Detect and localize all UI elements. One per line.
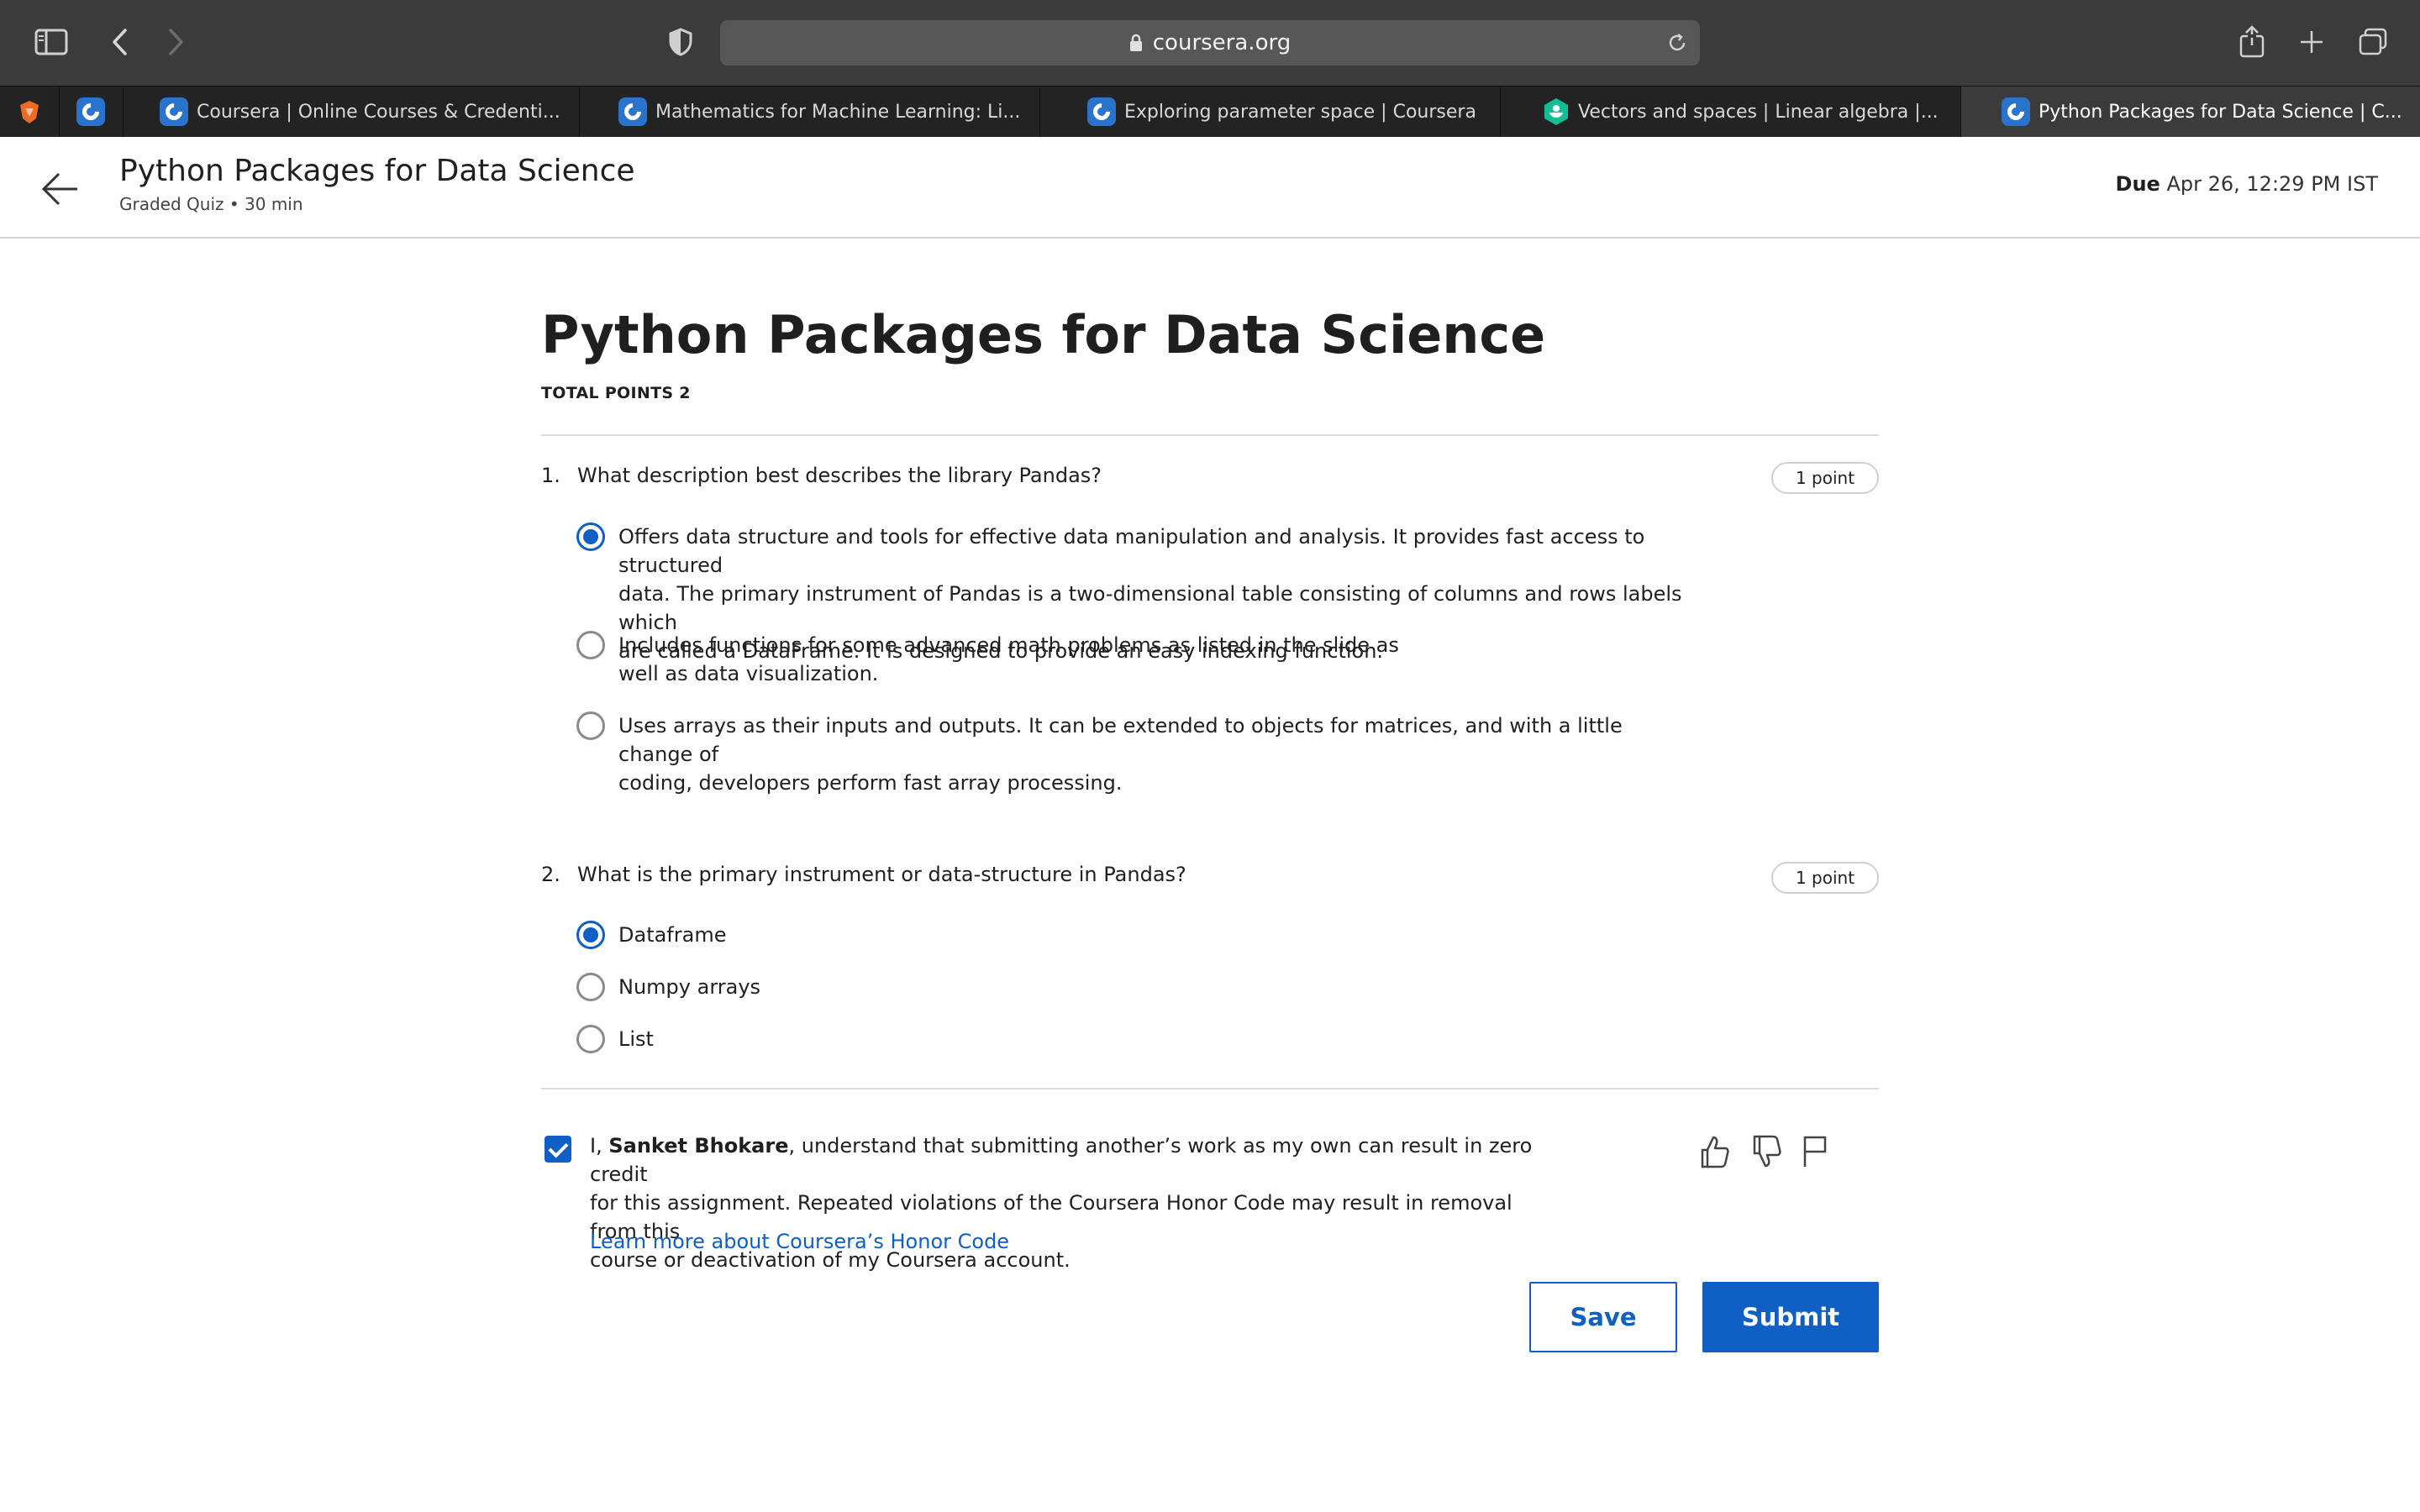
q1-option-1[interactable]: Offers data structure and tools for effe… xyxy=(576,522,1694,663)
option-line: coding, developers perform fast array pr… xyxy=(618,771,1123,795)
share-icon[interactable] xyxy=(2235,24,2269,60)
coursera-favicon-icon xyxy=(2002,97,2030,126)
lock-icon xyxy=(1129,34,1142,51)
option-line: Includes functions for some advanced mat… xyxy=(618,633,1399,657)
sidebar-toggle-icon[interactable] xyxy=(34,25,69,59)
header-subtitle: Graded Quiz • 30 min xyxy=(119,194,303,214)
tab-bar: Coursera | Online Courses & Credenti... … xyxy=(0,86,2420,138)
browser-toolbar: coursera.org xyxy=(0,0,2420,86)
tab-label: Coursera | Online Courses & Credenti... xyxy=(197,101,560,123)
tab-overview-icon[interactable] xyxy=(2356,25,2390,59)
coursera-favicon-icon xyxy=(160,97,188,126)
tab-math-ml[interactable]: Mathematics for Machine Learning: Li... xyxy=(580,87,1040,137)
flag-icon[interactable] xyxy=(1800,1133,1833,1170)
option-text: Dataframe xyxy=(618,923,727,947)
save-button[interactable]: Save xyxy=(1529,1282,1677,1352)
q2-option-2[interactable]: Numpy arrays xyxy=(576,973,1694,1003)
question-text: What description best describes the libr… xyxy=(577,464,1102,487)
q2-option-3[interactable]: List xyxy=(576,1025,1694,1055)
tab-vectors-spaces[interactable]: Vectors and spaces | Linear algebra |... xyxy=(1501,87,1961,137)
thumbs-up-icon[interactable] xyxy=(1697,1133,1731,1170)
option-text: Uses arrays as their inputs and outputs.… xyxy=(618,711,1694,797)
option-text: Numpy arrays xyxy=(618,975,761,999)
due-value: Apr 26, 12:29 PM IST xyxy=(2166,172,2378,196)
honor-prefix: I, xyxy=(590,1134,609,1158)
option-line: well as data visualization. xyxy=(618,662,879,685)
divider xyxy=(541,1088,1879,1089)
header-title: Python Packages for Data Science xyxy=(119,154,635,188)
divider xyxy=(541,434,1879,436)
quiz-header: Python Packages for Data Science Graded … xyxy=(0,137,2420,239)
radio-unselected[interactable] xyxy=(576,1025,605,1053)
submit-button[interactable]: Submit xyxy=(1702,1282,1879,1352)
reload-icon[interactable] xyxy=(1664,29,1691,57)
brave-favicon-icon xyxy=(20,101,39,123)
coursera-favicon-icon xyxy=(1087,97,1116,126)
option-text: List xyxy=(618,1027,654,1051)
question-number: 2. xyxy=(541,863,560,886)
privacy-shield-icon[interactable] xyxy=(667,25,694,59)
q2-option-1[interactable]: Dataframe xyxy=(576,921,1694,951)
honor-line: I, Sanket Bhokare, understand that submi… xyxy=(590,1131,1548,1189)
pinned-tab-coursera[interactable] xyxy=(59,87,124,137)
radio-unselected[interactable] xyxy=(576,973,605,1001)
radio-selected[interactable] xyxy=(576,522,605,551)
honor-code-checkbox[interactable] xyxy=(544,1136,571,1163)
question-text: What is the primary instrument or data-s… xyxy=(577,863,1186,886)
q1-option-2[interactable]: Includes functions for some advanced mat… xyxy=(576,631,1694,690)
tab-python-packages[interactable]: Python Packages for Data Science | C... xyxy=(1961,87,2420,137)
question-number: 1. xyxy=(541,464,560,487)
back-nav-icon[interactable] xyxy=(104,25,134,59)
tab-label: Python Packages for Data Science | C... xyxy=(2039,101,2402,123)
thumbs-down-icon[interactable] xyxy=(1749,1133,1783,1170)
radio-selected[interactable] xyxy=(576,921,605,949)
option-line: data. The primary instrument of Pandas i… xyxy=(618,582,1682,634)
tab-label: Mathematics for Machine Learning: Li... xyxy=(655,101,1021,123)
q1-option-3[interactable]: Uses arrays as their inputs and outputs.… xyxy=(576,711,1694,795)
points-badge: 1 point xyxy=(1771,862,1879,894)
coursera-favicon-icon xyxy=(618,97,647,126)
khan-academy-favicon-icon xyxy=(1544,98,1568,125)
option-line: Offers data structure and tools for effe… xyxy=(618,525,1645,577)
quiz-title: Python Packages for Data Science xyxy=(541,304,1546,365)
tab-label: Vectors and spaces | Linear algebra |... xyxy=(1578,101,1939,123)
honor-code-link[interactable]: Learn more about Coursera’s Honor Code xyxy=(590,1230,1009,1253)
question-1: 1. What description best describes the l… xyxy=(541,462,1879,497)
back-arrow-icon[interactable] xyxy=(39,167,82,211)
coursera-favicon-icon xyxy=(76,97,105,126)
radio-unselected[interactable] xyxy=(576,711,605,740)
pinned-tab-brave[interactable] xyxy=(0,87,60,137)
option-line: Uses arrays as their inputs and outputs.… xyxy=(618,714,1623,766)
new-tab-icon[interactable] xyxy=(2296,25,2328,59)
total-points: TOTAL POINTS 2 xyxy=(541,384,691,402)
option-text: Includes functions for some advanced mat… xyxy=(618,631,1399,688)
radio-unselected[interactable] xyxy=(576,631,605,659)
tab-coursera-home[interactable]: Coursera | Online Courses & Credenti... xyxy=(123,87,580,137)
student-name: Sanket Bhokare xyxy=(608,1134,789,1158)
forward-nav-icon[interactable] xyxy=(161,25,192,59)
question-2: 2. What is the primary instrument or dat… xyxy=(541,862,1879,896)
tab-parameter-space[interactable]: Exploring parameter space | Coursera xyxy=(1040,87,1501,137)
address-bar[interactable]: coursera.org xyxy=(720,20,1700,66)
tab-label: Exploring parameter space | Coursera xyxy=(1124,101,1476,123)
points-badge: 1 point xyxy=(1771,462,1879,494)
due-label: Due xyxy=(2115,172,2160,196)
due-date: Due Apr 26, 12:29 PM IST xyxy=(2116,172,2378,196)
url-text: coursera.org xyxy=(1152,30,1292,55)
